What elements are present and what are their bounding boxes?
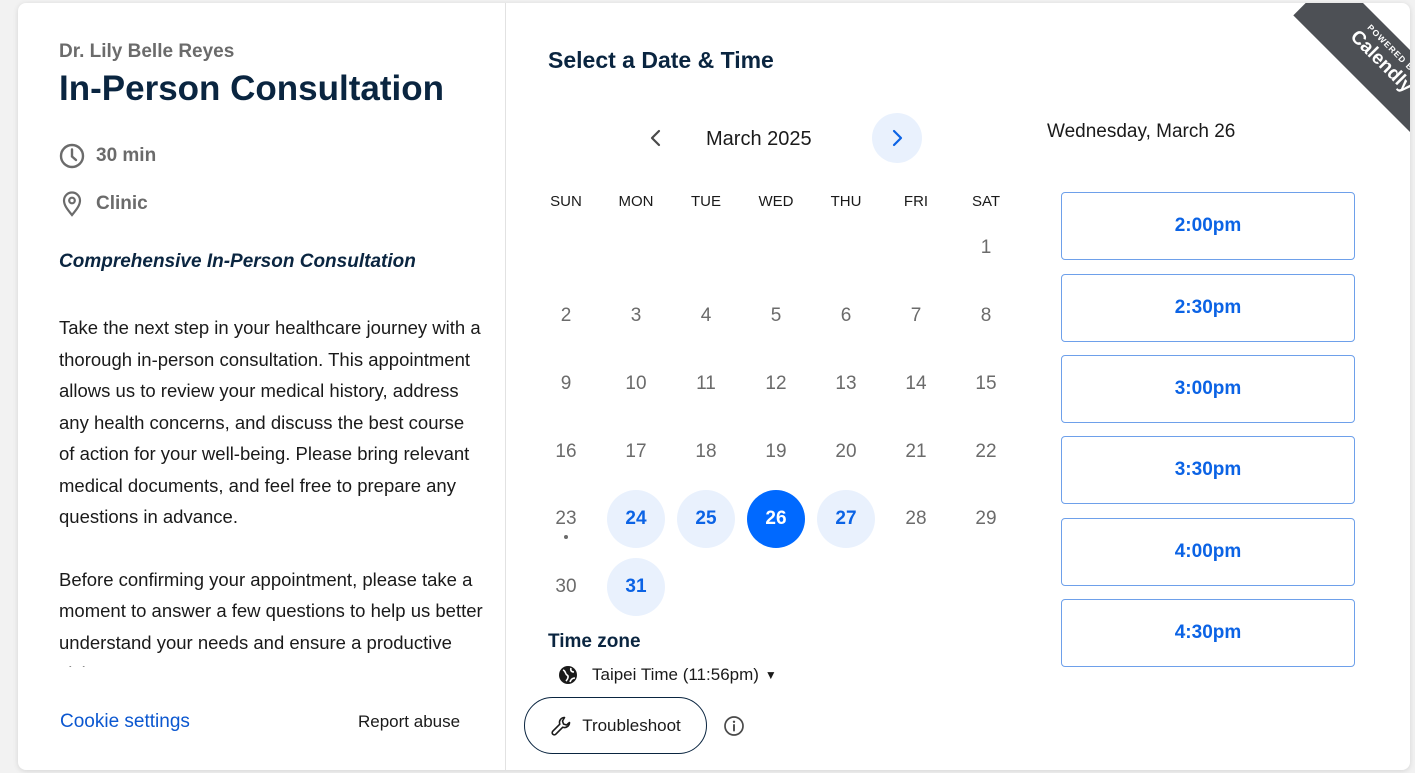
weekday-label: FRI — [903, 193, 929, 210]
chevron-right-icon — [892, 129, 903, 147]
event-title: In-Person Consultation — [59, 69, 444, 108]
calendar-day-available[interactable]: 24 — [607, 490, 665, 548]
calendly-logo-text: Calendly — [1345, 26, 1410, 98]
calendar-day: 3 — [630, 305, 642, 326]
weekday-label: TUE — [691, 193, 721, 210]
timezone-value: Taipei Time (11:56pm) — [592, 665, 759, 684]
calendar-day: 10 — [625, 373, 647, 394]
timezone-select[interactable]: Taipei Time (11:56pm) ▼ — [558, 665, 777, 685]
description-paragraph: Take the next step in your healthcare jo… — [59, 317, 481, 527]
chevron-left-icon — [650, 129, 661, 147]
calendar-day: 19 — [765, 441, 787, 462]
calendar-day: 30 — [555, 576, 577, 597]
weekday-label: SAT — [971, 193, 1001, 210]
calendar-day: 22 — [975, 441, 997, 462]
select-date-title: Select a Date & Time — [548, 47, 774, 73]
calendar-day: 12 — [765, 373, 787, 394]
calendar-day: 7 — [910, 305, 922, 326]
description-heading: Comprehensive In-Person Consultation — [59, 251, 416, 272]
month-navigation: March 2025 — [506, 113, 1026, 163]
location-label: Clinic — [96, 193, 148, 214]
weekday-label: SUN — [550, 193, 582, 210]
report-abuse-link[interactable]: Report abuse — [358, 712, 460, 732]
calendar-day-available[interactable]: 31 — [607, 558, 665, 616]
calendar-day: 2 — [560, 305, 572, 326]
calendar-day: 8 — [980, 305, 992, 326]
calendar-day: 28 — [905, 508, 927, 529]
weekday-label: WED — [758, 193, 794, 210]
calendar-day: 29 — [975, 508, 997, 529]
duration-label: 30 min — [96, 145, 157, 166]
cookie-settings-link[interactable]: Cookie settings — [60, 711, 190, 733]
calendar-day: 17 — [625, 441, 647, 462]
next-month-button[interactable] — [872, 113, 922, 163]
time-slot-button[interactable]: 4:30pm — [1061, 599, 1355, 667]
description-paragraph: Before confirming your appointment, plea… — [59, 568, 483, 668]
calendar-day-available[interactable]: 27 — [817, 490, 875, 548]
calendar-day-selected[interactable]: 26 — [747, 490, 805, 548]
wrench-icon — [551, 716, 571, 736]
calendar-day: 1 — [980, 237, 992, 258]
clock-icon — [59, 143, 85, 169]
calendar-day-available[interactable]: 25 — [677, 490, 735, 548]
calendar-day: 9 — [560, 373, 572, 394]
info-icon[interactable] — [723, 715, 745, 737]
timezone-label: Time zone — [548, 631, 641, 652]
time-slot-button[interactable]: 2:30pm — [1061, 274, 1355, 342]
calendar-day: 15 — [975, 373, 997, 394]
caret-down-icon: ▼ — [764, 668, 777, 682]
calendar-day: 4 — [700, 305, 712, 326]
globe-icon — [559, 666, 577, 684]
time-slot-button[interactable]: 4:00pm — [1061, 518, 1355, 586]
weekday-label: THU — [830, 193, 862, 210]
selected-date-heading: Wednesday, March 26 — [1047, 121, 1236, 142]
today-indicator-dot — [564, 535, 568, 539]
calendar-day: 11 — [696, 373, 716, 394]
calendar-day: 16 — [555, 441, 577, 462]
booking-card: Dr. Lily Belle Reyes In-Person Consultat… — [18, 3, 1410, 770]
time-slot-button[interactable]: 2:00pm — [1061, 192, 1355, 260]
event-location: Clinic — [59, 191, 148, 217]
calendar-day: 18 — [695, 441, 717, 462]
calendar-day: 13 — [835, 373, 857, 394]
calendar-day: 23 — [555, 508, 577, 529]
calendar-day: 20 — [835, 441, 857, 462]
previous-month-button[interactable] — [636, 116, 676, 160]
time-slot-button[interactable]: 3:30pm — [1061, 436, 1355, 504]
time-slot-button[interactable]: 3:00pm — [1061, 355, 1355, 423]
powered-by-badge[interactable]: POWERED BY Calendly — [1270, 3, 1410, 143]
host-name: Dr. Lily Belle Reyes — [59, 41, 235, 62]
powered-by-ribbon: POWERED BY Calendly — [1293, 3, 1410, 143]
calendar-day: 5 — [770, 305, 782, 326]
weekday-label: MON — [618, 193, 654, 210]
location-pin-icon — [59, 191, 85, 217]
calendar-day: 6 — [840, 305, 852, 326]
event-description: Take the next step in your healthcare jo… — [59, 312, 484, 667]
month-label: March 2025 — [706, 128, 812, 150]
event-duration: 30 min — [59, 143, 156, 169]
event-details-panel: Dr. Lily Belle Reyes In-Person Consultat… — [18, 3, 506, 770]
troubleshoot-label: Troubleshoot — [582, 715, 681, 735]
calendar-day: 21 — [905, 441, 927, 462]
troubleshoot-button[interactable]: Troubleshoot — [524, 697, 707, 754]
calendar-day: 14 — [905, 373, 927, 394]
